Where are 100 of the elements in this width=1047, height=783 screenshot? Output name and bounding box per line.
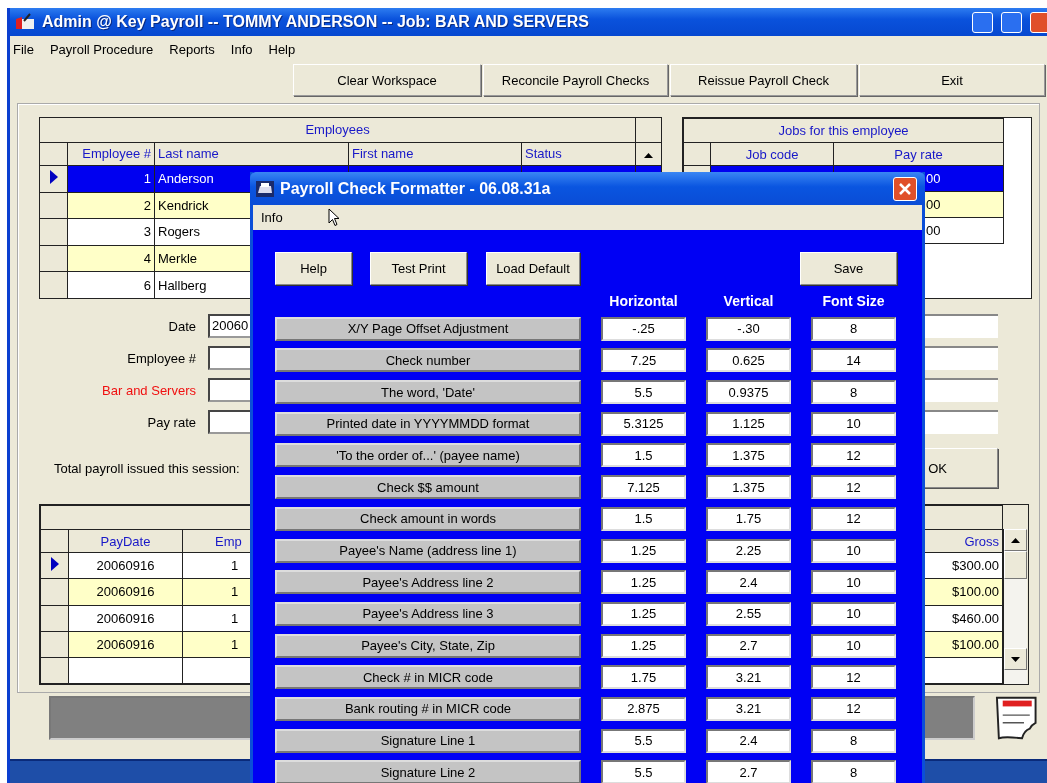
input-field[interactable]: -.25 bbox=[601, 316, 686, 341]
input-field[interactable]: 2.7 bbox=[706, 633, 791, 658]
field-label: Check number bbox=[275, 348, 581, 373]
input-field[interactable]: 3.21 bbox=[706, 665, 791, 690]
input-field[interactable]: 2.25 bbox=[706, 538, 791, 563]
column-header[interactable]: Job code bbox=[710, 142, 834, 166]
field-label: Payee's Name (address line 1) bbox=[275, 538, 581, 563]
field-label: Signature Line 1 bbox=[275, 728, 581, 753]
input-field[interactable]: 8 bbox=[811, 380, 896, 405]
dialog-button[interactable]: Load Default bbox=[486, 252, 580, 285]
input-field[interactable]: 10 bbox=[811, 411, 896, 436]
input-field[interactable]: 8 bbox=[811, 760, 896, 783]
input-field[interactable]: 1.25 bbox=[601, 601, 686, 626]
input-field[interactable]: 12 bbox=[811, 696, 896, 721]
menu-item[interactable]: Info bbox=[230, 41, 253, 57]
input-field[interactable]: 1.25 bbox=[601, 570, 686, 595]
window-title: Admin @ Key Payroll -- TOMMY ANDERSON -- Job: BAR AND SERVERS bbox=[42, 13, 590, 31]
input-field[interactable]: 1.25 bbox=[601, 633, 686, 658]
table-cell: 20060916 bbox=[68, 605, 183, 632]
total-label: Total payroll issued this session: bbox=[54, 460, 240, 476]
grid-title: Jobs for this employee bbox=[683, 118, 1004, 143]
input-field[interactable]: 1.75 bbox=[706, 506, 791, 531]
input-field[interactable]: 10 bbox=[811, 570, 896, 595]
input-field[interactable]: 10 bbox=[811, 633, 896, 658]
scroll-up-icon[interactable] bbox=[644, 153, 654, 159]
field-label: Pay rate bbox=[146, 414, 196, 430]
input-field[interactable]: 1.25 bbox=[601, 538, 686, 563]
input-field[interactable]: 8 bbox=[811, 316, 896, 341]
input-field[interactable]: 2.7 bbox=[706, 760, 791, 783]
input-field[interactable]: 5.5 bbox=[601, 728, 686, 753]
field-label: Payee's City, State, Zip bbox=[275, 633, 581, 658]
input-field[interactable]: 12 bbox=[811, 665, 896, 690]
toolbar-button[interactable]: Reconcile Payroll Checks bbox=[483, 64, 668, 96]
field-label: Bank routing # in MICR code bbox=[275, 696, 581, 721]
input-field[interactable]: 1.375 bbox=[706, 443, 791, 468]
column-header[interactable]: PayDate bbox=[68, 529, 183, 553]
scrollbar-thumb[interactable] bbox=[1004, 551, 1028, 579]
input-field[interactable]: 2.4 bbox=[706, 570, 791, 595]
column-header[interactable]: First name bbox=[348, 142, 522, 166]
input-field[interactable]: 2.55 bbox=[706, 601, 791, 626]
column-header[interactable]: Pay rate bbox=[833, 142, 1004, 166]
cursor-icon bbox=[328, 208, 340, 227]
toolbar-button[interactable]: Clear Workspace bbox=[293, 64, 481, 96]
input-field[interactable]: 1.75 bbox=[601, 665, 686, 690]
input-field[interactable]: 7.125 bbox=[601, 475, 686, 500]
input-field[interactable]: 8 bbox=[811, 728, 896, 753]
column-header: Vertical bbox=[723, 293, 774, 309]
column-header: Font Size bbox=[822, 293, 885, 309]
input-field[interactable]: 12 bbox=[811, 506, 896, 531]
scrollbar[interactable] bbox=[1003, 529, 1028, 684]
input-field[interactable]: 0.625 bbox=[706, 348, 791, 373]
dialog-button[interactable]: Help bbox=[275, 252, 352, 285]
input-field[interactable]: 10 bbox=[811, 538, 896, 563]
grid-title: Employees bbox=[39, 117, 636, 143]
input-field[interactable]: 14 bbox=[811, 348, 896, 373]
input-field[interactable]: 10 bbox=[811, 601, 896, 626]
field-label: X/Y Page Offset Adjustment bbox=[275, 316, 581, 341]
input-field[interactable]: 1.375 bbox=[706, 475, 791, 500]
close-button[interactable] bbox=[1030, 11, 1047, 33]
menu-item[interactable]: Payroll Procedure bbox=[49, 41, 154, 57]
input-field[interactable]: 1.125 bbox=[706, 411, 791, 436]
table-cell: 6 bbox=[67, 271, 155, 299]
input-field[interactable]: 5.5 bbox=[601, 380, 686, 405]
input-field[interactable]: 1.5 bbox=[601, 443, 686, 468]
dialog-button[interactable]: Save bbox=[800, 252, 897, 285]
input-field[interactable]: 1.5 bbox=[601, 506, 686, 531]
maximize-button[interactable] bbox=[1001, 11, 1022, 33]
input-field[interactable]: 5.3125 bbox=[601, 411, 686, 436]
field-label: Check # in MICR code bbox=[275, 665, 581, 690]
input-field[interactable]: 12 bbox=[811, 443, 896, 468]
close-icon[interactable] bbox=[898, 181, 912, 196]
menu-item[interactable]: File bbox=[13, 41, 34, 57]
field-label: Signature Line 2 bbox=[275, 760, 581, 783]
input-field[interactable]: 2.4 bbox=[706, 728, 791, 753]
input-field[interactable]: 12 bbox=[811, 475, 896, 500]
table-cell: 20060916 bbox=[68, 578, 183, 606]
input-field[interactable]: 2.875 bbox=[601, 696, 686, 721]
printer-icon bbox=[256, 180, 274, 197]
scroll-down-icon[interactable] bbox=[1011, 656, 1021, 662]
table-cell: 4 bbox=[67, 245, 155, 272]
minimize-button[interactable] bbox=[972, 11, 993, 33]
column-header[interactable]: Status bbox=[521, 142, 636, 166]
column-header[interactable]: Last name bbox=[154, 142, 349, 166]
close-button[interactable] bbox=[893, 176, 917, 201]
scroll-up-icon[interactable] bbox=[1011, 537, 1021, 543]
input-field[interactable]: 3.21 bbox=[706, 696, 791, 721]
dialog-button[interactable]: Test Print bbox=[370, 252, 467, 285]
menu-item[interactable]: Help bbox=[268, 41, 296, 57]
table-cell: 1 bbox=[67, 165, 155, 193]
input-field[interactable]: 5.5 bbox=[601, 760, 686, 783]
input-field[interactable]: -.30 bbox=[706, 316, 791, 341]
menu-item[interactable]: Reports bbox=[169, 41, 215, 57]
field-label: Employee # bbox=[126, 350, 196, 366]
memo-icon[interactable] bbox=[994, 695, 1039, 741]
toolbar-button[interactable]: Reissue Payroll Check bbox=[670, 64, 857, 96]
field-label: Date bbox=[167, 318, 196, 334]
toolbar-button[interactable]: Exit bbox=[859, 64, 1045, 96]
field-label: Printed date in YYYYMMDD format bbox=[275, 411, 581, 436]
input-field[interactable]: 0.9375 bbox=[706, 380, 791, 405]
input-field[interactable]: 7.25 bbox=[601, 348, 686, 373]
